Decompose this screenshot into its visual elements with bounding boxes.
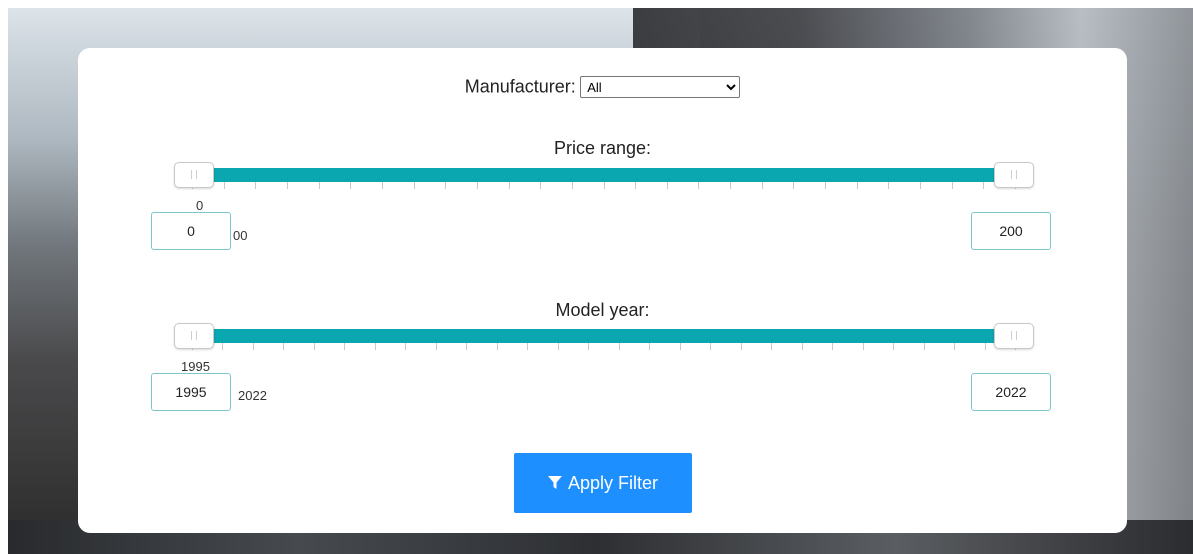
slider-tick	[313, 343, 315, 350]
apply-filter-button[interactable]: Apply Filter	[514, 453, 692, 513]
slider-tick	[832, 343, 834, 350]
slider-tick	[318, 182, 320, 189]
slider-tick	[888, 182, 890, 189]
slider-tick	[793, 182, 795, 189]
manufacturer-select[interactable]: All	[580, 76, 741, 98]
filter-icon	[547, 476, 562, 490]
year-max-input[interactable]: 2022	[971, 373, 1051, 411]
slider-tick	[666, 182, 668, 189]
slider-tick	[413, 182, 415, 189]
slider-tick	[350, 182, 352, 189]
year-min-handle[interactable]	[174, 323, 214, 349]
slider-tick	[527, 343, 529, 350]
slider-tick	[698, 182, 700, 189]
slider-tick	[223, 182, 225, 189]
slider-tick	[856, 182, 858, 189]
slider-tick	[862, 343, 864, 350]
model-year-label: Model year:	[555, 300, 650, 320]
slider-tick	[730, 182, 732, 189]
model-year-ticks	[192, 343, 1016, 351]
slider-tick	[618, 343, 620, 350]
slider-tick	[540, 182, 542, 189]
price-range-slider[interactable]	[174, 162, 1034, 192]
slider-tick	[466, 343, 468, 350]
slider-tick	[740, 343, 742, 350]
slider-tick	[496, 343, 498, 350]
slider-tick	[445, 182, 447, 189]
slider-tick	[920, 182, 922, 189]
slider-tick	[893, 343, 895, 350]
year-max-handle[interactable]	[994, 323, 1034, 349]
slider-tick	[405, 343, 407, 350]
slider-tick	[801, 343, 803, 350]
slider-tick	[252, 343, 254, 350]
slider-tick	[344, 343, 346, 350]
slider-tick	[381, 182, 383, 189]
price-min-label: 0	[196, 198, 204, 213]
slider-tick	[571, 182, 573, 189]
slider-tick	[603, 182, 605, 189]
price-max-label-partial: 00	[233, 228, 248, 243]
year-min-input[interactable]: 1995	[151, 373, 231, 411]
manufacturer-label: Manufacturer:	[464, 76, 576, 97]
slider-tick	[761, 182, 763, 189]
price-max-handle[interactable]	[994, 162, 1034, 188]
price-min-handle[interactable]	[174, 162, 214, 188]
price-range-ticks	[192, 182, 1016, 190]
slider-tick	[954, 343, 956, 350]
price-max-input[interactable]: 200	[971, 212, 1051, 250]
slider-tick	[286, 182, 288, 189]
slider-tick	[679, 343, 681, 350]
left-edge	[0, 0, 8, 554]
slider-tick	[557, 343, 559, 350]
slider-tick	[635, 182, 637, 189]
model-year-slider[interactable]	[174, 323, 1034, 353]
price-range-label: Price range:	[553, 138, 652, 158]
slider-tick	[588, 343, 590, 350]
year-min-label: 1995	[181, 359, 210, 374]
slider-tick	[923, 343, 925, 350]
slider-tick	[222, 343, 224, 350]
price-range-title-row: Price range:	[78, 138, 1127, 159]
model-year-track[interactable]	[192, 329, 1016, 343]
slider-tick	[825, 182, 827, 189]
manufacturer-row: Manufacturer: All	[78, 76, 1127, 98]
apply-filter-label: Apply Filter	[567, 472, 659, 493]
top-edge	[0, 0, 1193, 8]
slider-tick	[984, 343, 986, 350]
slider-tick	[710, 343, 712, 350]
slider-tick	[771, 343, 773, 350]
price-range-track[interactable]	[192, 168, 1016, 182]
slider-tick	[476, 182, 478, 189]
slider-tick	[435, 343, 437, 350]
slider-tick	[255, 182, 257, 189]
slider-tick	[983, 182, 985, 189]
year-max-label: 2022	[238, 388, 267, 403]
slider-tick	[374, 343, 376, 350]
slider-tick	[951, 182, 953, 189]
slider-tick	[283, 343, 285, 350]
slider-tick	[508, 182, 510, 189]
filter-panel: Manufacturer: All Price range: 0 0 00 20…	[78, 48, 1127, 533]
slider-tick	[649, 343, 651, 350]
model-year-title-row: Model year:	[78, 300, 1127, 321]
price-min-input[interactable]: 0	[151, 212, 231, 250]
